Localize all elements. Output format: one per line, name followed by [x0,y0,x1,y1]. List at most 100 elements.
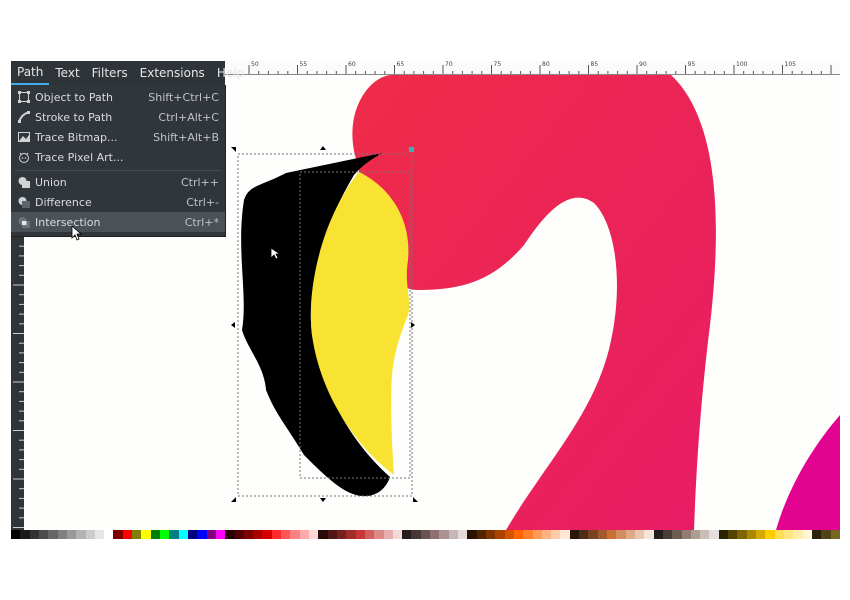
palette-swatch[interactable] [495,530,505,539]
palette-swatch[interactable] [243,530,254,539]
palette-swatch[interactable] [206,530,216,539]
menu-help[interactable]: Help [211,62,250,84]
palette-swatch[interactable] [690,530,701,539]
palette-swatch[interactable] [253,530,263,539]
palette-swatch[interactable] [383,530,393,539]
palette-swatch[interactable] [607,530,617,539]
palette-swatch[interactable] [66,530,77,539]
palette-swatch[interactable] [588,530,598,539]
palette-swatch[interactable] [811,530,822,539]
palette-swatch[interactable] [160,530,170,539]
palette-swatch[interactable] [225,530,235,539]
palette-swatch[interactable] [802,530,812,539]
palette-swatch[interactable] [523,530,533,539]
palette-swatch[interactable] [113,530,123,539]
palette-swatch[interactable] [420,530,431,539]
menu-filters[interactable]: Filters [86,62,134,84]
palette-swatch[interactable] [504,530,514,539]
palette-swatch[interactable] [700,530,710,539]
palette-swatch[interactable] [430,530,440,539]
palette-swatch[interactable] [38,530,49,539]
magenta-wing-shape[interactable] [776,415,840,530]
palette-swatch[interactable] [234,530,244,539]
palette-swatch[interactable] [579,530,589,539]
handle-left[interactable] [231,322,235,328]
palette-swatch[interactable] [309,530,319,539]
palette-swatch[interactable] [728,530,738,539]
handle-bottom[interactable] [320,498,326,502]
palette-swatch[interactable] [281,530,291,539]
palette-swatch[interactable] [262,530,272,539]
palette-swatch[interactable] [150,530,160,539]
palette-swatch[interactable] [616,530,626,539]
palette-swatch[interactable] [783,530,794,539]
palette-swatch[interactable] [746,530,756,539]
palette-swatch[interactable] [122,530,133,539]
handle-right[interactable] [411,322,415,328]
palette-swatch[interactable] [215,530,226,539]
palette-swatch[interactable] [346,530,356,539]
palette-swatch[interactable] [197,530,207,539]
palette-swatch[interactable] [364,530,375,539]
palette-swatch[interactable] [513,530,524,539]
color-palette[interactable] [11,530,840,539]
palette-swatch[interactable] [551,530,561,539]
palette-swatch[interactable] [653,530,663,539]
palette-swatch[interactable] [569,530,580,539]
menu-item-trace-bitmap[interactable]: Trace Bitmap... Shift+Alt+B [11,127,225,147]
palette-swatch[interactable] [560,530,570,539]
palette-swatch[interactable] [662,530,673,539]
rotation-center-icon[interactable] [409,147,414,152]
menu-item-object-to-path[interactable]: Object to Path Shift+Ctrl+C [11,87,225,107]
palette-swatch[interactable] [467,530,477,539]
menu-item-trace-pixel-art[interactable]: Trace Pixel Art... [11,147,225,167]
palette-swatch[interactable] [290,530,300,539]
palette-swatch[interactable] [48,530,58,539]
palette-swatch[interactable] [458,530,468,539]
menu-item-stroke-to-path[interactable]: Stroke to Path Ctrl+Alt+C [11,107,225,127]
palette-swatch[interactable] [821,530,831,539]
handle-top-left[interactable] [231,147,236,152]
palette-swatch[interactable] [29,530,39,539]
palette-swatch[interactable] [132,530,142,539]
palette-swatch[interactable] [634,530,645,539]
palette-swatch[interactable] [336,530,347,539]
palette-swatch[interactable] [169,530,179,539]
palette-swatch[interactable] [485,530,496,539]
palette-swatch[interactable] [374,530,384,539]
palette-swatch[interactable] [793,530,803,539]
palette-swatch[interactable] [756,530,766,539]
palette-swatch[interactable] [830,530,840,539]
palette-swatch[interactable] [178,530,188,539]
palette-swatch[interactable] [392,530,403,539]
handle-bottom-right[interactable] [413,497,418,502]
palette-swatch[interactable] [271,530,282,539]
palette-swatch[interactable] [85,530,95,539]
palette-swatch[interactable] [76,530,86,539]
palette-swatch[interactable] [318,530,328,539]
palette-swatch[interactable] [597,530,607,539]
palette-swatch[interactable] [402,530,412,539]
palette-swatch[interactable] [448,530,458,539]
palette-swatch[interactable] [532,530,542,539]
palette-swatch[interactable] [672,530,682,539]
palette-swatch[interactable] [141,530,151,539]
palette-swatch[interactable] [94,530,105,539]
palette-swatch[interactable] [104,530,114,539]
palette-swatch[interactable] [541,530,552,539]
handle-top[interactable] [320,146,326,150]
horizontal-ruler[interactable]: 50 55 60 65 70 75 80 85 90 95 100 105 [225,61,840,75]
palette-swatch[interactable] [644,530,654,539]
palette-swatch[interactable] [737,530,747,539]
palette-swatch[interactable] [476,530,486,539]
palette-swatch[interactable] [681,530,691,539]
menu-path[interactable]: Path [11,61,50,85]
palette-swatch[interactable] [625,530,635,539]
palette-swatch[interactable] [187,530,198,539]
palette-swatch[interactable] [718,530,729,539]
palette-swatch[interactable] [57,530,67,539]
palette-swatch[interactable] [765,530,775,539]
palette-swatch[interactable] [709,530,719,539]
menu-text[interactable]: Text [49,62,85,84]
palette-swatch[interactable] [774,530,784,539]
